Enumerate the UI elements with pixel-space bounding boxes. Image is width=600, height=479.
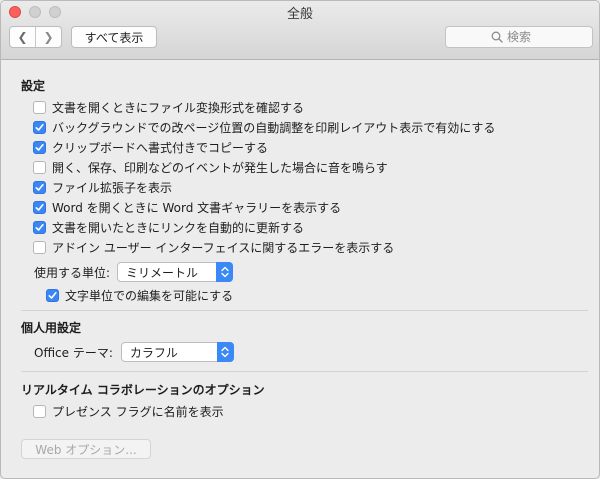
checkbox[interactable] bbox=[33, 220, 46, 234]
separator bbox=[21, 310, 588, 311]
personal-section-title: 個人用設定 bbox=[21, 321, 82, 335]
checkbox[interactable] bbox=[46, 288, 59, 302]
checkmark-icon bbox=[48, 291, 57, 299]
preferences-window: 全般 ❮ ❯ すべて表示 設定 文書を開くときにファイル変換形式を確認する バッ… bbox=[0, 0, 600, 479]
realtime-section-title: リアルタイム コラボレーションのオプション bbox=[21, 383, 265, 397]
search-icon bbox=[491, 31, 503, 43]
updown-arrows-icon bbox=[216, 342, 234, 362]
theme-row: Office テーマ: カラフル bbox=[34, 342, 234, 362]
option-label: 文書を開くときにファイル変換形式を確認する bbox=[52, 100, 305, 115]
settings-section-title: 設定 bbox=[21, 79, 46, 93]
option-copy-with-formatting[interactable]: クリップボードへ書式付きでコピーする bbox=[33, 139, 268, 155]
checkbox[interactable] bbox=[33, 140, 46, 154]
title-bar: 全般 ❮ ❯ すべて表示 bbox=[1, 1, 599, 60]
web-options-button[interactable]: Web オプション... bbox=[21, 439, 151, 459]
checkmark-icon bbox=[35, 143, 44, 151]
checkbox[interactable] bbox=[33, 200, 46, 214]
units-select[interactable]: ミリメートル bbox=[117, 262, 234, 282]
option-label: プレゼンス フラグに名前を表示 bbox=[52, 404, 224, 419]
checkmark-icon bbox=[35, 203, 44, 211]
option-char-units[interactable]: 文字単位での編集を可能にする bbox=[46, 287, 233, 303]
option-update-links[interactable]: 文書を開いたときにリンクを自動的に更新する bbox=[33, 219, 304, 235]
checkmark-icon bbox=[35, 123, 44, 131]
option-label: 文字単位での編集を可能にする bbox=[65, 288, 234, 303]
theme-select[interactable]: カラフル bbox=[120, 342, 234, 362]
updown-arrows-icon bbox=[216, 262, 234, 282]
checkbox[interactable] bbox=[33, 404, 46, 418]
back-button[interactable]: ❮ bbox=[10, 27, 36, 47]
show-all-button[interactable]: すべて表示 bbox=[71, 26, 157, 48]
checkbox[interactable] bbox=[33, 240, 46, 254]
search-input[interactable] bbox=[507, 30, 547, 44]
chevron-right-icon: ❯ bbox=[43, 30, 54, 44]
checkbox[interactable] bbox=[33, 100, 46, 114]
theme-value: カラフル bbox=[129, 345, 178, 360]
option-label: 開く、保存、印刷などのイベントが発生した場合に音を鳴らす bbox=[52, 160, 388, 175]
option-label: ファイル拡張子を表示 bbox=[52, 180, 173, 195]
units-row: 使用する単位: ミリメートル bbox=[34, 262, 234, 282]
window-title: 全般 bbox=[286, 7, 313, 22]
option-play-sounds[interactable]: 開く、保存、印刷などのイベントが発生した場合に音を鳴らす bbox=[33, 159, 388, 175]
option-label: バックグラウンドでの改ページ位置の自動調整を印刷レイアウト表示で有効にする bbox=[52, 120, 496, 135]
separator bbox=[21, 371, 588, 372]
checkbox[interactable] bbox=[33, 160, 46, 174]
option-label: Word を開くときに Word 文書ギャラリーを表示する bbox=[52, 200, 342, 215]
option-label: アドイン ユーザー インターフェイスに関するエラーを表示する bbox=[52, 240, 395, 255]
option-show-extensions[interactable]: ファイル拡張子を表示 bbox=[33, 179, 172, 195]
search-field[interactable] bbox=[445, 26, 593, 48]
checkbox[interactable] bbox=[33, 180, 46, 194]
chevron-left-icon: ❮ bbox=[17, 30, 28, 44]
option-label: クリップボードへ書式付きでコピーする bbox=[52, 140, 269, 155]
theme-label: Office テーマ: bbox=[34, 345, 113, 360]
units-value: ミリメートル bbox=[126, 265, 199, 280]
option-show-gallery[interactable]: Word を開くときに Word 文書ギャラリーを表示する bbox=[33, 199, 341, 215]
forward-button[interactable]: ❯ bbox=[36, 27, 61, 47]
option-presence-flag[interactable]: プレゼンス フラグに名前を表示 bbox=[33, 403, 224, 419]
option-confirm-conversion[interactable]: 文書を開くときにファイル変換形式を確認する bbox=[33, 99, 304, 115]
checkbox[interactable] bbox=[33, 120, 46, 134]
units-label: 使用する単位: bbox=[34, 265, 111, 280]
option-background-repagination[interactable]: バックグラウンドでの改ページ位置の自動調整を印刷レイアウト表示で有効にする bbox=[33, 119, 495, 135]
navigation-buttons: ❮ ❯ bbox=[9, 26, 62, 48]
option-label: 文書を開いたときにリンクを自動的に更新する bbox=[52, 220, 305, 235]
checkmark-icon bbox=[35, 183, 44, 191]
option-addin-errors[interactable]: アドイン ユーザー インターフェイスに関するエラーを表示する bbox=[33, 239, 394, 255]
checkmark-icon bbox=[35, 223, 44, 231]
